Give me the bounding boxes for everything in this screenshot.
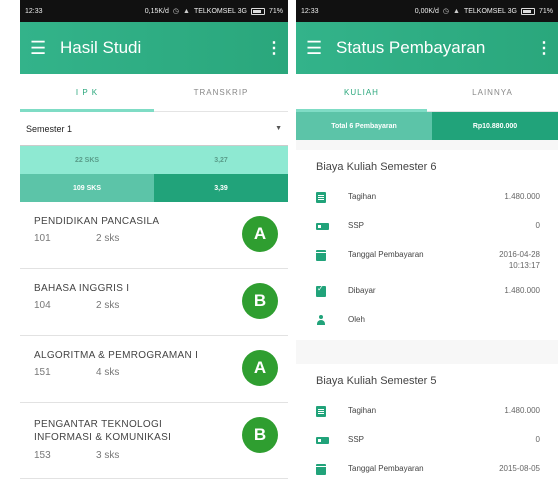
payment-row-oleh: Oleh: [316, 314, 540, 340]
payment-date: 2016-04-28: [499, 250, 540, 259]
calendar-icon: [316, 463, 326, 475]
payment-row-value: 2015-08-05: [499, 464, 540, 473]
semester-sks: 22 SKS: [20, 146, 154, 174]
semester-selected: Semester 1: [26, 123, 73, 134]
payment-row-ssp: SSP 0: [316, 220, 540, 249]
payment-row-value: 0: [535, 435, 540, 444]
battery-icon: [520, 7, 535, 15]
status-carrier: TELKOMSEL 3G: [463, 7, 517, 15]
tab-bar: I P K TRANSKRIP: [20, 74, 288, 112]
course-code: 151: [34, 367, 51, 378]
course-item[interactable]: PENGANTAR TEKNOLOGI INFORMASI & KOMUNIKA…: [20, 403, 288, 479]
alarm-icon: ◷: [172, 8, 179, 15]
cumulative-sks: 109 SKS: [20, 174, 154, 202]
total-payment-bar: Total 6 Pembayaran Rp10.880.000: [296, 112, 558, 140]
alarm-icon: ◷: [442, 8, 449, 15]
grade-badge: A: [242, 216, 278, 252]
payment-row-value: 0: [535, 221, 540, 230]
tab-lainnya[interactable]: LAINNYA: [427, 74, 558, 111]
person-icon: [316, 314, 326, 326]
payment-row-ssp: SSP 0: [316, 434, 540, 463]
calendar-icon: [316, 249, 326, 261]
tab-ipk[interactable]: I P K: [20, 74, 154, 112]
status-speed: 0,15K/d: [144, 7, 169, 15]
status-speed: 0,00K/d: [414, 7, 439, 15]
semester-dropdown[interactable]: Semester 1 ▼: [20, 112, 288, 146]
course-sks: 2 sks: [96, 300, 120, 311]
signal-icon: ▲: [183, 7, 190, 15]
course-code: 104: [34, 300, 51, 311]
payment-card[interactable]: Biaya Kuliah Semester 5 Tagihan 1.480.00…: [296, 364, 558, 479]
payment-card[interactable]: Biaya Kuliah Semester 6 Tagihan 1.480.00…: [296, 150, 558, 340]
payment-row-label: Oleh: [348, 315, 365, 324]
payment-row-tagihan: Tagihan 1.480.000: [316, 405, 540, 434]
screenshot-pair: 12:33 0,15K/d ◷ ▲ TELKOMSEL 3G 71% ☰ Has…: [0, 0, 558, 479]
payment-row-label: Tanggal Pembayaran: [348, 250, 424, 259]
status-pembayaran-screen: 12:33 0,00K/d ◷ ▲ TELKOMSEL 3G 71% ☰ Sta…: [296, 0, 558, 479]
signal-icon: ▲: [453, 7, 460, 15]
tab-kuliah[interactable]: KULIAH: [296, 74, 427, 112]
course-item[interactable]: PENDIDIKAN PANCASILA 101 2 sks A: [20, 202, 288, 269]
document-icon: [316, 191, 326, 203]
status-battery: 71%: [538, 7, 553, 15]
payment-card-title: Biaya Kuliah Semester 5: [316, 375, 437, 387]
course-sks: 3 sks: [96, 450, 120, 461]
payment-row-label: Tagihan: [348, 192, 377, 201]
card-icon: [316, 436, 329, 444]
course-sks: 4 sks: [96, 367, 120, 378]
payment-row-label: Tanggal Pembayaran: [348, 464, 424, 473]
cumulative-summary-row: 109 SKS 3,39: [20, 174, 288, 202]
status-time: 12:33: [301, 7, 319, 15]
grade-badge: B: [242, 283, 278, 319]
battery-icon: [250, 7, 265, 15]
payment-row-dibayar: Dibayar 1.480.000: [316, 284, 540, 314]
payment-row-label: Dibayar: [348, 286, 376, 295]
payment-row-value: 1.480.000: [504, 406, 540, 415]
payment-row-tanggal: Tanggal Pembayaran 2016-04-28 10:13:17: [316, 249, 540, 285]
status-bar: 12:33 0,00K/d ◷ ▲ TELKOMSEL 3G 71%: [296, 0, 558, 22]
payment-row-value: 1.480.000: [504, 286, 540, 295]
course-name: PENGANTAR TEKNOLOGI INFORMASI & KOMUNIKA…: [34, 419, 172, 443]
payment-row-tagihan: Tagihan 1.480.000: [316, 191, 540, 220]
hamburger-icon[interactable]: ☰: [306, 38, 336, 59]
semester-ip: 3,27: [154, 146, 288, 174]
grade-badge: B: [242, 417, 278, 453]
status-carrier: TELKOMSEL 3G: [193, 7, 247, 15]
hasil-studi-screen: 12:33 0,15K/d ◷ ▲ TELKOMSEL 3G 71% ☰ Has…: [20, 0, 288, 479]
dropdown-arrow-icon: ▼: [275, 125, 282, 132]
app-bar: ☰ Hasil Studi ⋮: [20, 22, 288, 74]
course-code: 153: [34, 450, 51, 461]
hamburger-icon[interactable]: ☰: [30, 38, 60, 59]
card-icon: [316, 222, 329, 230]
payment-row-label: Tagihan: [348, 406, 377, 415]
course-item[interactable]: ALGORITMA & PEMROGRAMAN I 151 4 sks A: [20, 336, 288, 403]
page-title: Hasil Studi: [60, 38, 142, 57]
course-sks: 2 sks: [96, 233, 120, 244]
page-title: Status Pembayaran: [336, 38, 486, 57]
status-battery: 71%: [268, 7, 283, 15]
more-vert-icon[interactable]: ⋮: [536, 38, 552, 58]
document-icon: [316, 405, 326, 417]
course-code: 101: [34, 233, 51, 244]
total-payment-amount: Rp10.880.000: [432, 112, 558, 140]
check-icon: [316, 284, 326, 297]
total-payment-label: Total 6 Pembayaran: [296, 112, 432, 140]
payment-card-title: Biaya Kuliah Semester 6: [316, 161, 437, 173]
course-item[interactable]: BAHASA INGGRIS I 104 2 sks B: [20, 269, 288, 336]
payment-row-label: SSP: [348, 435, 365, 444]
status-time: 12:33: [25, 7, 43, 15]
tab-bar: KULIAH LAINNYA: [296, 74, 558, 112]
payment-row-value: 1.480.000: [504, 192, 540, 201]
app-bar: ☰ Status Pembayaran ⋮: [296, 22, 558, 74]
payment-row-label: SSP: [348, 221, 365, 230]
grade-badge: A: [242, 350, 278, 386]
cumulative-ipk: 3,39: [154, 174, 288, 202]
status-bar: 12:33 0,15K/d ◷ ▲ TELKOMSEL 3G 71%: [20, 0, 288, 22]
tab-transkrip[interactable]: TRANSKRIP: [154, 74, 288, 111]
payment-row-tanggal: Tanggal Pembayaran 2015-08-05: [316, 463, 540, 479]
payment-time: 10:13:17: [508, 261, 540, 270]
more-vert-icon[interactable]: ⋮: [266, 38, 282, 58]
semester-summary-row: 22 SKS 3,27: [20, 146, 288, 174]
